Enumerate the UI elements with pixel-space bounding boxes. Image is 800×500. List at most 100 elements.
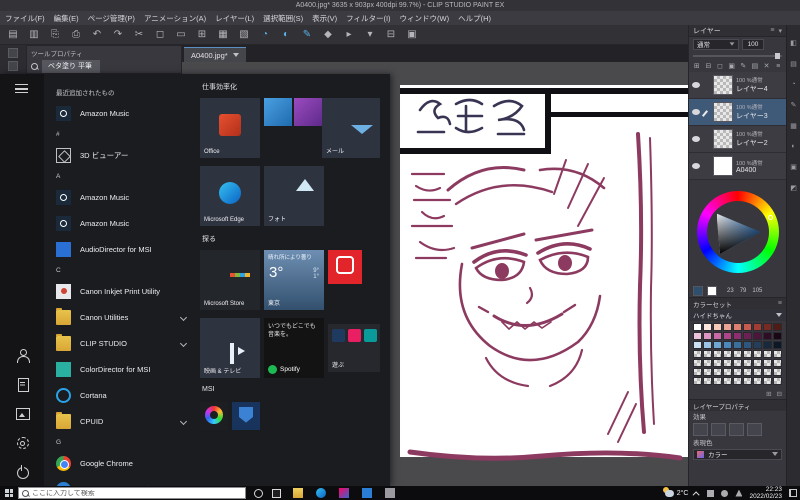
layer-color-effect-icon[interactable] [729, 422, 744, 436]
color-swatch[interactable] [763, 368, 772, 376]
chevron-down-icon[interactable] [179, 339, 188, 347]
network-icon[interactable] [735, 489, 743, 497]
app-list-letter[interactable]: A [50, 168, 198, 184]
account-icon[interactable] [16, 349, 30, 363]
layer-row-selected[interactable]: 100 %通常 レイヤー3 [689, 99, 786, 126]
color-swatch[interactable] [773, 368, 782, 376]
chevron-down-icon[interactable] [179, 417, 188, 425]
documents-icon[interactable] [16, 378, 29, 392]
toolbar-icon[interactable]: ⊟ [384, 29, 398, 40]
chevron-down-icon[interactable] [179, 313, 188, 321]
tile-office[interactable]: Office [200, 98, 260, 158]
tray-icon[interactable] [721, 489, 729, 497]
add-swatch-icon[interactable]: ⊞ [766, 390, 771, 398]
app-list-item[interactable]: 3D ビューアー [50, 142, 198, 168]
toolbar-icon[interactable]: ▦ [216, 29, 230, 40]
app-list-item[interactable]: Canon Inkjet Print Utility [50, 278, 198, 304]
layer-row[interactable]: 100 %通常 A0400 [689, 153, 786, 180]
toolbar-icon[interactable]: ✂ [132, 29, 146, 40]
search-input[interactable] [32, 489, 242, 497]
color-swatch[interactable] [703, 368, 712, 376]
color-swatch[interactable] [713, 359, 722, 367]
tile-red-app[interactable] [328, 250, 362, 284]
color-swatch[interactable] [743, 368, 752, 376]
layer-tool-icon[interactable]: ⊟ [705, 62, 713, 70]
color-swatch[interactable] [703, 323, 712, 331]
app-list-item[interactable]: Groove ミュージック [50, 476, 198, 486]
color-swatch[interactable] [723, 368, 732, 376]
toolbar-icon[interactable]: ▥ [27, 29, 41, 40]
color-swatch[interactable] [693, 350, 702, 358]
settings-icon[interactable] [16, 436, 29, 449]
toolbar-icon[interactable]: ⎘ [48, 29, 62, 40]
app-list-letter[interactable]: # [50, 126, 198, 142]
app-list-item[interactable]: Canon Utilities [50, 304, 198, 330]
artwork-canvas[interactable] [390, 62, 688, 486]
layer-thumbnail[interactable] [713, 156, 733, 176]
tile-small-purple[interactable] [294, 98, 322, 126]
app-icon[interactable] [385, 488, 395, 498]
pictures-icon[interactable] [15, 407, 30, 420]
panel-menu-icon[interactable]: ≡ [778, 300, 782, 307]
color-swatch[interactable] [723, 332, 732, 340]
tile-msi-audio[interactable] [200, 402, 228, 430]
color-swatch[interactable] [713, 332, 722, 340]
color-swatch[interactable] [713, 377, 722, 385]
file-explorer-icon[interactable] [293, 488, 303, 498]
hamburger-menu-icon[interactable] [15, 84, 28, 93]
tone-effect-icon[interactable] [711, 422, 726, 436]
show-hidden-icons-chevron[interactable] [693, 490, 701, 498]
app-list-item[interactable]: Amazon Music [50, 210, 198, 236]
toolbar-icon[interactable]: ◻ [153, 29, 167, 40]
layer-row[interactable]: 100 %通常 レイヤー4 [689, 72, 786, 99]
color-swatch[interactable] [733, 341, 742, 349]
color-swatch[interactable] [753, 377, 762, 385]
selected-subtool[interactable]: ベタ塗り 平筆 [42, 60, 100, 73]
toolbar-icon[interactable]: ⎙ [69, 29, 83, 40]
taskbar-search[interactable] [18, 487, 246, 499]
menu-item[interactable]: 選択範囲(S) [263, 13, 303, 24]
layer-tool-icon[interactable]: ▤ [751, 62, 759, 70]
app-list-item[interactable]: Amazon Music [50, 184, 198, 210]
color-swatch[interactable] [743, 332, 752, 340]
color-swatch[interactable] [693, 368, 702, 376]
panel-tab-icon[interactable]: ▤ [790, 60, 797, 68]
color-swatch[interactable] [703, 377, 712, 385]
menu-item[interactable]: レイヤー(L) [215, 13, 254, 24]
color-swatch[interactable] [743, 350, 752, 358]
menu-item[interactable]: 編集(E) [54, 13, 79, 24]
toolbar-icon[interactable]: ◆ [321, 29, 335, 40]
visibility-eye-icon[interactable] [692, 163, 700, 169]
opacity-slider[interactable] [693, 52, 782, 59]
color-swatch[interactable] [743, 341, 752, 349]
layer-thumbnail[interactable] [713, 129, 733, 149]
color-swatch[interactable] [753, 368, 762, 376]
toolbar-icon[interactable]: ↷ [111, 29, 125, 40]
app-list-item[interactable]: CLIP STUDIO [50, 330, 198, 356]
expression-color-select[interactable]: カラー [693, 448, 782, 460]
color-swatch[interactable] [723, 377, 732, 385]
layer-thumbnail[interactable] [713, 75, 733, 95]
color-swatch[interactable] [753, 332, 762, 340]
color-swatch[interactable] [763, 332, 772, 340]
document-tab[interactable]: A0400.jpg* [184, 47, 246, 62]
app-list-letter[interactable]: C [50, 262, 198, 278]
tile-movies-tv[interactable]: 映画 & テレビ [200, 318, 260, 378]
visibility-eye-icon[interactable] [692, 82, 700, 88]
app-icon[interactable] [362, 488, 372, 498]
clip-studio-paint-icon[interactable] [339, 488, 349, 498]
color-swatch[interactable] [733, 359, 742, 367]
color-swatch[interactable] [763, 359, 772, 367]
color-swatch[interactable] [733, 350, 742, 358]
color-swatch[interactable] [693, 332, 702, 340]
color-swatch[interactable] [743, 377, 752, 385]
panel-tab-icon[interactable]: ▣ [790, 163, 797, 171]
tile-spotify[interactable]: いつでもどこでも音楽を。 Spotify [264, 318, 324, 378]
color-swatch[interactable] [733, 332, 742, 340]
layer-opacity-value[interactable]: 100 [742, 38, 764, 50]
color-swatch[interactable] [763, 350, 772, 358]
panel-tab-icon[interactable]: ◐ [791, 143, 795, 150]
color-swatch[interactable] [703, 341, 712, 349]
toolbar-icon[interactable]: ▤ [6, 29, 20, 40]
palette-select[interactable]: ハイドちゃん [689, 309, 786, 321]
